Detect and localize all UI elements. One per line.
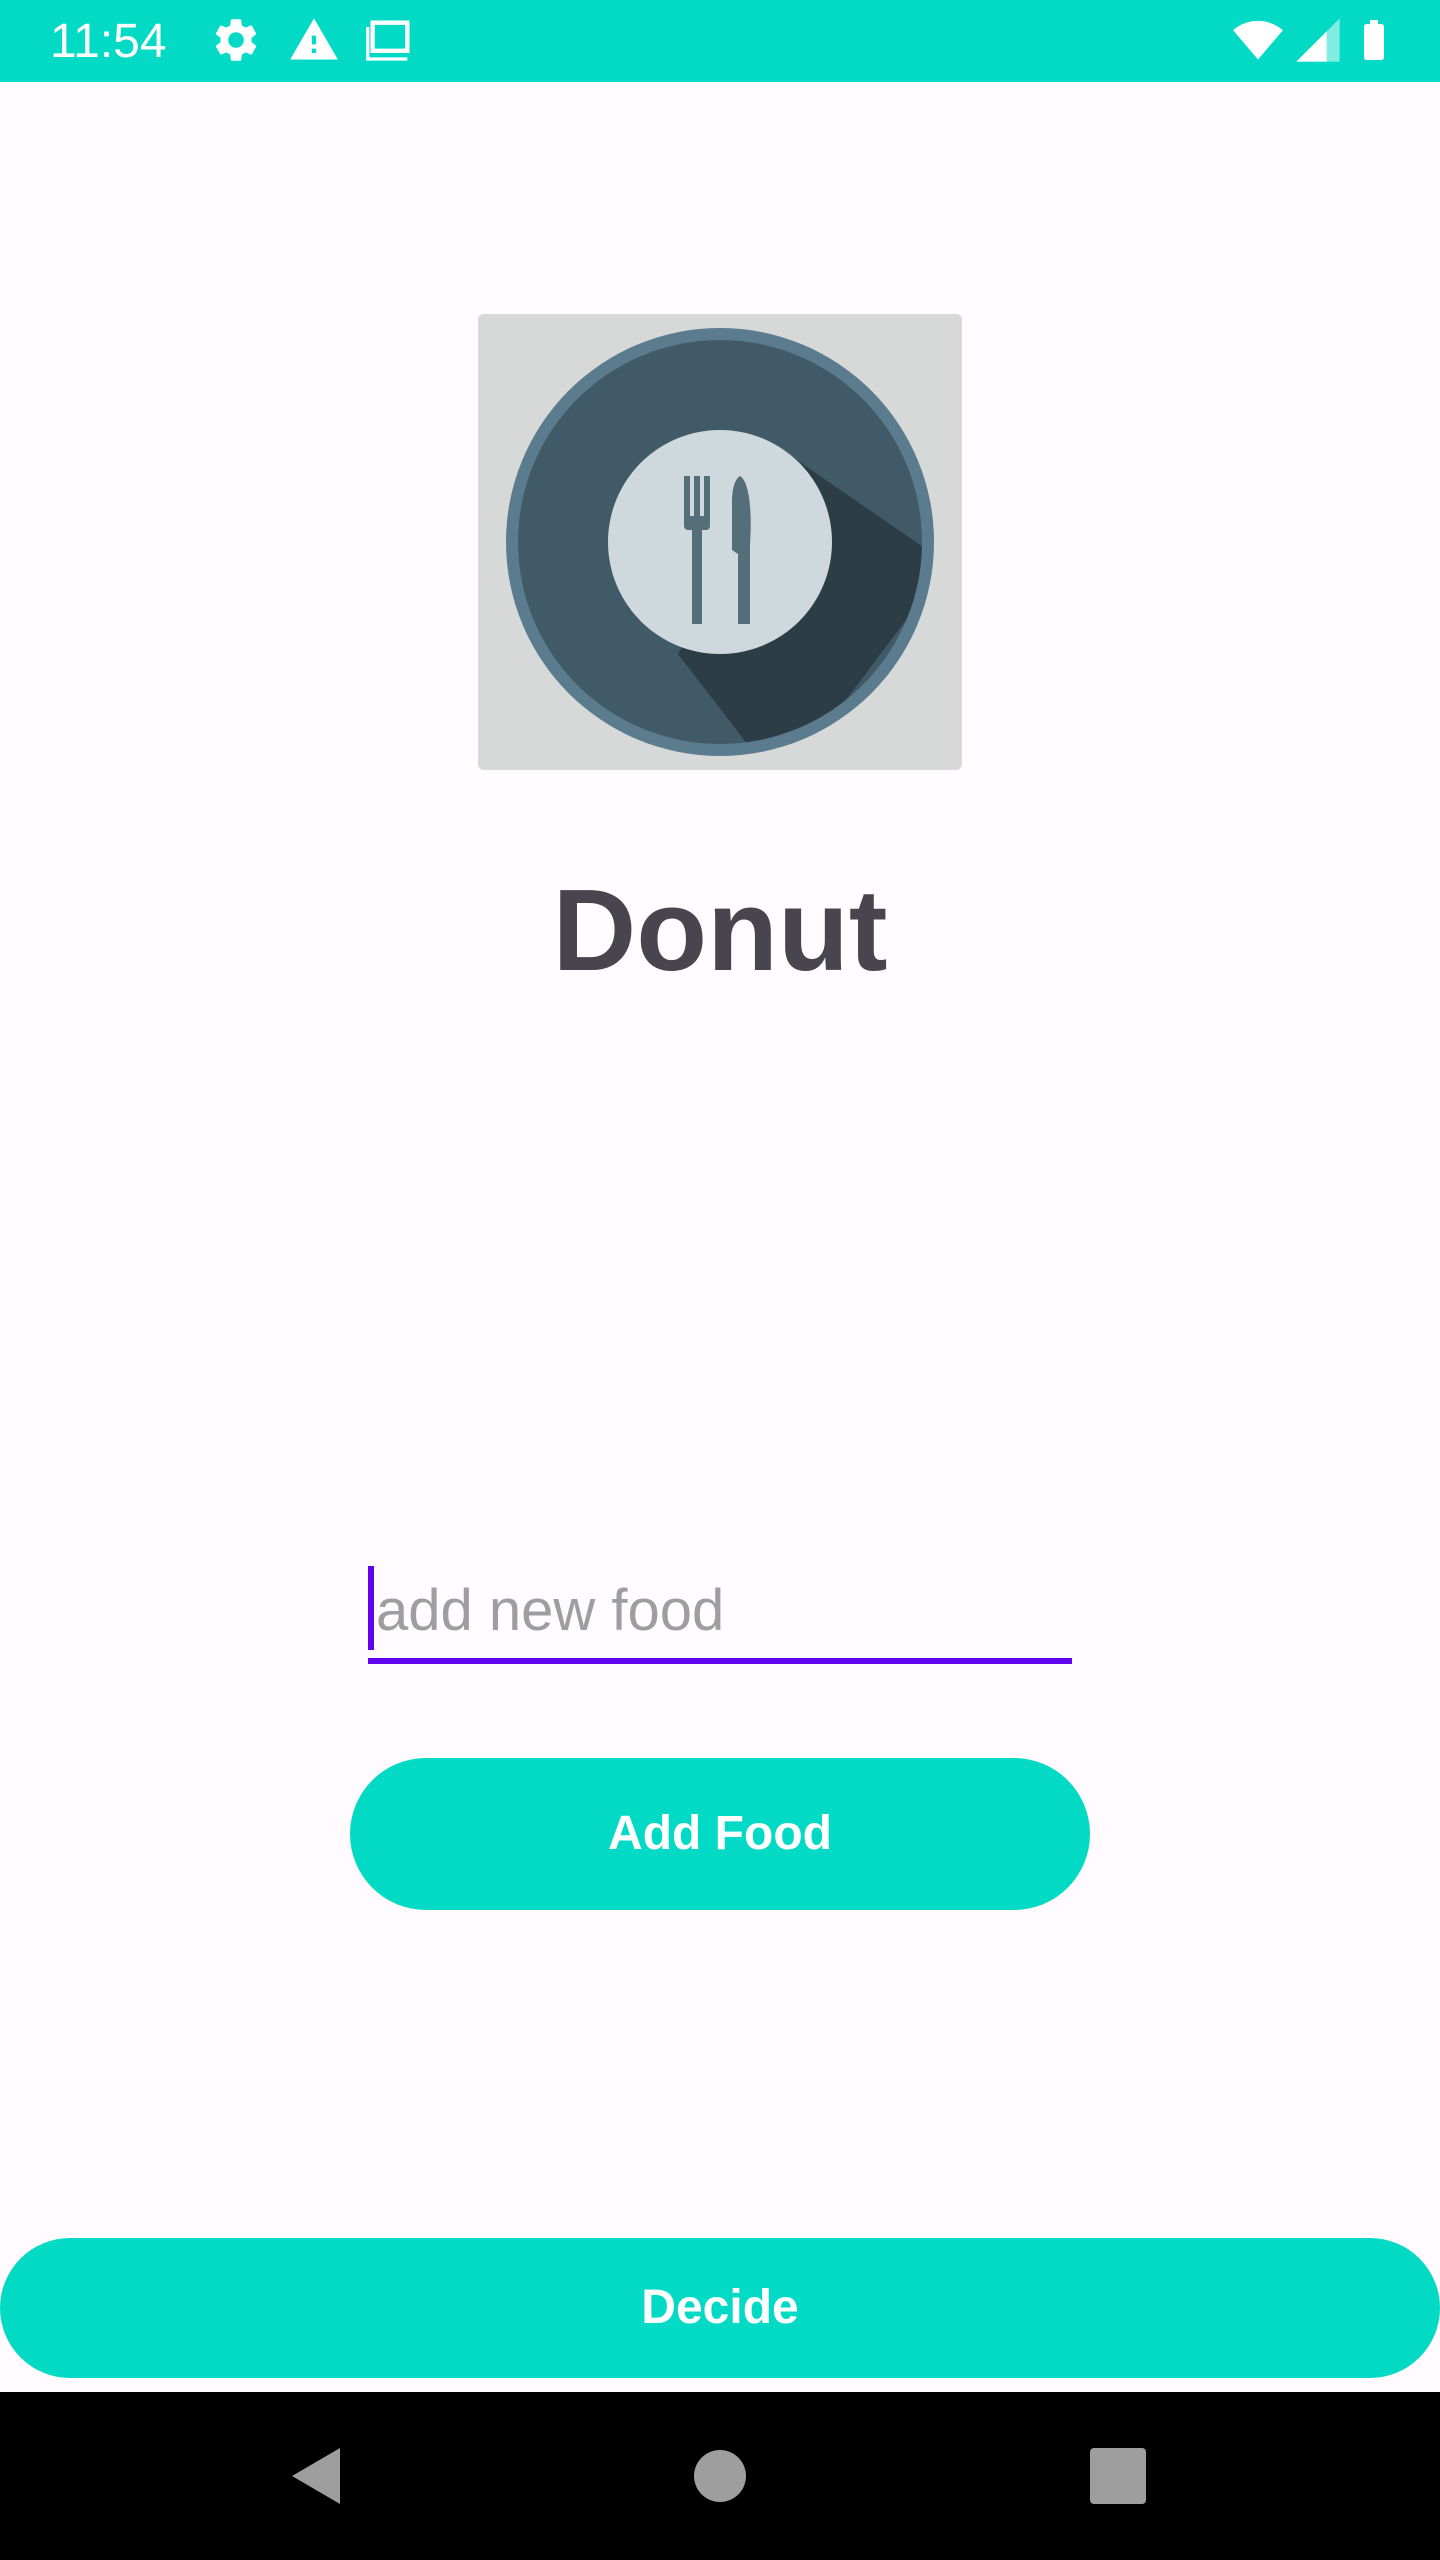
back-icon[interactable] (278, 2436, 358, 2516)
app-screen: 11:54 Donut add new food Add Food Decide (0, 0, 1440, 2560)
text-cursor (368, 1566, 374, 1650)
recents-icon[interactable] (1078, 2436, 1158, 2516)
warning-icon (288, 14, 340, 66)
food-input-container (368, 1560, 1072, 1666)
navigation-bar (0, 2392, 1440, 2560)
status-time: 11:54 (50, 15, 167, 68)
gear-icon (210, 14, 262, 66)
mail-icon (364, 14, 416, 66)
food-image (478, 314, 962, 770)
status-bar: 11:54 (0, 0, 1440, 82)
input-underline (368, 1658, 1072, 1664)
home-icon[interactable] (680, 2436, 760, 2516)
add-food-button[interactable]: Add Food (350, 1758, 1090, 1910)
signal-icon (1292, 14, 1344, 66)
decide-button[interactable]: Decide (0, 2238, 1440, 2378)
restaurant-plate-icon (478, 314, 962, 770)
wifi-icon (1228, 14, 1288, 66)
selected-food-title: Donut (552, 865, 888, 995)
battery-icon (1350, 14, 1398, 66)
new-food-input[interactable] (368, 1560, 1072, 1660)
